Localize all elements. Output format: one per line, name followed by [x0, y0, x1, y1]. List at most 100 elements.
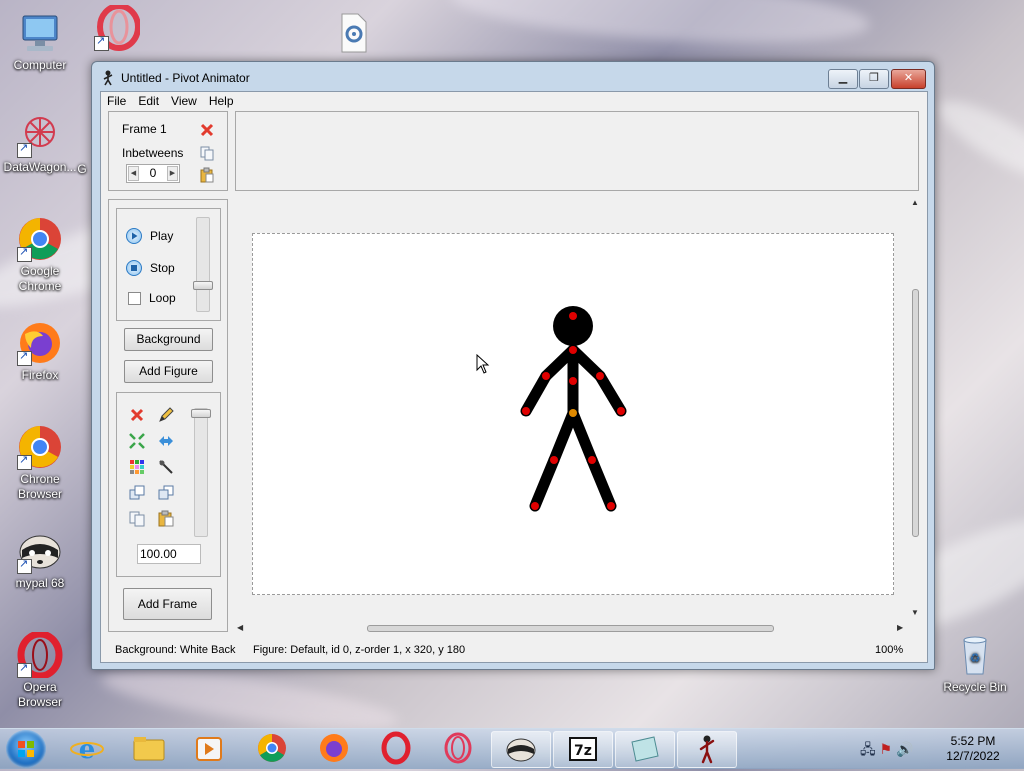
desktop-icon-google-chrome[interactable]: Google Chrome: [1, 216, 79, 294]
desktop-icon-opera-browser[interactable]: Opera Browser: [1, 630, 79, 710]
flip-figure-icon[interactable]: [128, 432, 146, 450]
action-center-flag-icon[interactable]: ⚑: [880, 741, 893, 757]
figure-scale-input[interactable]: 100.00: [137, 544, 201, 564]
delete-figure-icon[interactable]: [128, 406, 146, 424]
gear-file-icon: [328, 10, 374, 56]
menu-help[interactable]: Help: [203, 92, 240, 108]
maximize-button[interactable]: ❐: [859, 69, 889, 89]
scroll-down-icon[interactable]: ▼: [911, 608, 919, 617]
send-back-icon[interactable]: [128, 484, 146, 502]
desktop-icon-datawagon[interactable]: DataWagon...: [1, 112, 79, 175]
copy-frame-icon[interactable]: [199, 145, 215, 161]
scroll-right-icon[interactable]: ▶: [897, 623, 903, 632]
menu-edit[interactable]: Edit: [132, 92, 165, 108]
chrome-icon: [258, 734, 286, 762]
windows-logo-icon: [18, 741, 34, 757]
frame-timeline[interactable]: [235, 111, 919, 191]
taskbar-opera[interactable]: [367, 731, 425, 766]
desktop-icon-opera-top[interactable]: [78, 3, 156, 53]
speed-slider-thumb[interactable]: [193, 281, 213, 290]
color-palette-icon[interactable]: [128, 458, 146, 476]
desktop-icon-label: DataWagon...: [3, 160, 77, 174]
chrome-icon: [17, 424, 63, 470]
loop-checkbox[interactable]: [128, 291, 141, 305]
shortcut-arrow-icon: [17, 141, 32, 158]
play-control[interactable]: Play: [126, 227, 173, 245]
taskbar-google-chrome[interactable]: [243, 731, 301, 766]
figure-joint-handle[interactable]: [542, 372, 550, 380]
taskbar-mypal[interactable]: [491, 731, 551, 768]
desktop-icon-mypal[interactable]: mypal 68: [1, 528, 79, 591]
desktop-icon-firefox[interactable]: Firefox: [1, 320, 79, 383]
desktop-icon-computer[interactable]: Computer: [1, 10, 79, 73]
volume-icon[interactable]: 🔊: [896, 741, 913, 757]
figure-joint-handle[interactable]: [596, 372, 604, 380]
speed-slider[interactable]: [193, 217, 213, 312]
start-button[interactable]: [6, 730, 46, 768]
inbetweens-label: Inbetweens: [122, 146, 184, 160]
taskbar-firefox[interactable]: [305, 731, 363, 766]
paste-frame-icon[interactable]: [199, 167, 215, 183]
loop-control[interactable]: Loop: [126, 289, 176, 307]
desktop-icon-cut-label: G: [72, 162, 92, 177]
figure-joint-handle[interactable]: [588, 456, 596, 464]
joint-tool-icon[interactable]: [157, 458, 175, 476]
close-button[interactable]: ✕: [891, 69, 926, 89]
svg-text:e: e: [79, 735, 96, 765]
taskbar-7zip[interactable]: 7z: [553, 731, 613, 768]
taskbar-file-explorer[interactable]: [120, 731, 178, 766]
vertical-scrollbar[interactable]: ▲ ▼: [909, 198, 919, 619]
menu-view[interactable]: View: [165, 92, 203, 108]
figure-scale-slider-thumb[interactable]: [191, 409, 211, 418]
spinner-increment-icon[interactable]: ▶: [167, 166, 178, 181]
figure-joint-handle[interactable]: [522, 407, 530, 415]
taskbar-clock[interactable]: 5:52 PM 12/7/2022: [940, 734, 1006, 764]
delete-frame-icon[interactable]: [199, 122, 215, 138]
internet-explorer-icon: e: [70, 735, 104, 765]
paste-figure-icon[interactable]: [157, 510, 175, 528]
stick-figure[interactable]: [253, 234, 893, 594]
network-icon[interactable]: 🖧: [860, 741, 876, 757]
horizontal-scrollbar[interactable]: ◀ ▶: [235, 622, 909, 634]
figure-joint-handle[interactable]: [617, 407, 625, 415]
figure-scale-slider[interactable]: [191, 408, 211, 537]
clock-time: 5:52 PM: [950, 734, 996, 748]
taskbar-pivot-animator[interactable]: [677, 731, 737, 768]
background-button[interactable]: Background: [124, 328, 213, 351]
animation-stage[interactable]: [252, 233, 894, 595]
svg-text:7z: 7z: [574, 743, 592, 759]
system-tray: 🖧 ⚑ 🔊: [860, 739, 913, 763]
bring-front-icon[interactable]: [157, 484, 175, 502]
figure-joint-handle[interactable]: [531, 502, 539, 510]
vertical-scroll-thumb[interactable]: [912, 289, 919, 537]
copy-figure-icon[interactable]: [128, 510, 146, 528]
add-frame-button[interactable]: Add Frame: [123, 588, 212, 620]
desktop-icon-recycle-bin[interactable]: ♻ Recycle Bin: [936, 632, 1014, 695]
figure-joint-handle[interactable]: [607, 502, 615, 510]
inbetweens-spinner[interactable]: ◀ 0 ▶: [126, 164, 180, 183]
taskbar-media-player[interactable]: [180, 731, 238, 766]
scroll-up-icon[interactable]: ▲: [911, 198, 919, 207]
horizontal-scroll-thumb[interactable]: [367, 625, 774, 632]
figure-joint-handle[interactable]: [569, 312, 577, 320]
stop-control[interactable]: Stop: [126, 259, 175, 277]
play-label: Play: [150, 229, 174, 243]
desktop-icon-label: Computer: [13, 58, 67, 72]
spinner-decrement-icon[interactable]: ◀: [128, 166, 139, 181]
figure-joint-handle[interactable]: [569, 346, 577, 354]
figure-origin-handle[interactable]: [569, 409, 577, 417]
figure-joint-handle[interactable]: [569, 377, 577, 385]
taskbar-notepad[interactable]: [615, 731, 675, 768]
scroll-left-icon[interactable]: ◀: [237, 623, 243, 632]
window-titlebar[interactable]: Untitled - Pivot Animator ▁ ❐ ✕: [92, 62, 934, 92]
taskbar-opera-gx[interactable]: [429, 731, 487, 766]
desktop-icon-settings-file[interactable]: [312, 10, 390, 58]
edit-figure-pencil-icon[interactable]: [157, 406, 175, 424]
minimize-button[interactable]: ▁: [828, 69, 858, 89]
taskbar-internet-explorer[interactable]: e: [58, 731, 116, 766]
swap-arrows-icon[interactable]: [157, 432, 175, 450]
add-figure-button[interactable]: Add Figure: [124, 360, 213, 383]
desktop-icon-chrone-browser[interactable]: Chrone Browser: [1, 424, 79, 502]
menu-file[interactable]: File: [101, 92, 132, 108]
figure-joint-handle[interactable]: [550, 456, 558, 464]
